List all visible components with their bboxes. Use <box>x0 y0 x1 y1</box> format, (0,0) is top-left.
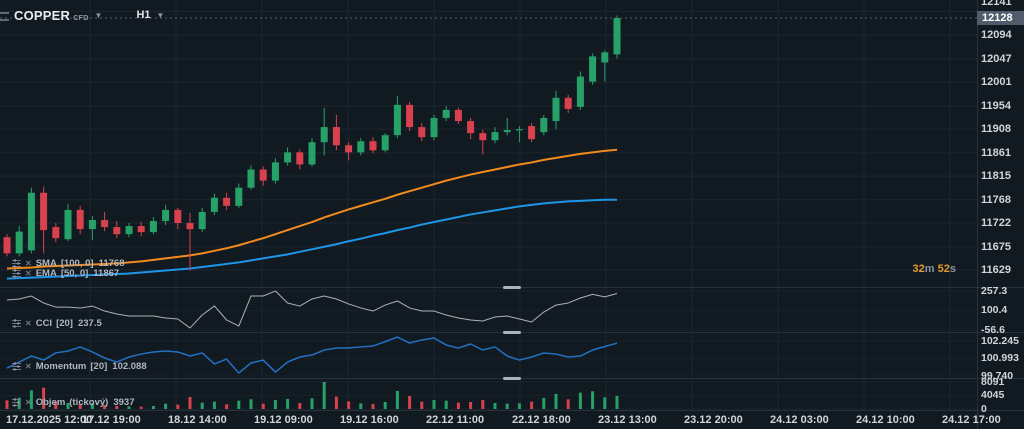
price-axis-label: 11768 <box>981 194 1023 206</box>
chart-header: COPPER CFD ▼ H1 ▼ <box>0 4 164 26</box>
time-axis-label: 22.12 18:00 <box>512 414 571 426</box>
indicator-remove-icon[interactable]: ✕ <box>25 398 32 407</box>
countdown-seconds-unit: s <box>950 263 956 275</box>
chart-canvas[interactable] <box>0 0 1024 429</box>
indicator-value: 3937 <box>113 397 134 408</box>
indicator-axis-label: 257.3 <box>981 286 1023 297</box>
price-axis-label: 11861 <box>981 147 1023 159</box>
indicator-settings-icon[interactable] <box>12 269 21 278</box>
indicator-axis-label: 100.993 <box>981 353 1023 364</box>
indicator-value: 237.5 <box>78 318 102 329</box>
indicator-remove-icon[interactable]: ✕ <box>25 269 32 278</box>
time-axis-label: 23.12 13:00 <box>598 414 657 426</box>
indicator-settings-icon[interactable] <box>12 362 21 371</box>
indicator-params: [20] <box>56 318 73 329</box>
time-axis-label: 22.12 11:00 <box>426 414 484 426</box>
price-axis-label-clipped: 12141 <box>981 0 1012 8</box>
indicator-value: 11867 <box>93 268 119 279</box>
price-axis-label: 11675 <box>981 241 1023 253</box>
candle-countdown: 32m 52s <box>860 263 956 275</box>
chevron-down-icon: ▼ <box>95 11 103 20</box>
indicator-label-cci: ✕ CCI [20] 237.5 <box>12 318 102 329</box>
countdown-seconds: 52 <box>938 263 950 275</box>
indicator-axis-label: 0 <box>981 404 1023 415</box>
indicator-axis-label: 4045 <box>981 390 1023 401</box>
price-axis-label: 11629 <box>981 264 1023 276</box>
time-axis-label: 17.12.2025 12:00 <box>6 414 92 426</box>
time-axis-label: 19.12 09:00 <box>254 414 313 426</box>
countdown-minutes: 32 <box>913 263 925 275</box>
timeframe-value: H1 <box>136 9 150 21</box>
indicator-remove-icon[interactable]: ✕ <box>25 362 32 371</box>
indicator-name: Objem <box>36 397 66 408</box>
indicator-name: Momentum <box>36 361 87 372</box>
instrument-type-label: CFD <box>73 13 88 22</box>
time-axis-label: 17.12 19:00 <box>82 414 141 426</box>
time-axis-label: 18.12 14:00 <box>168 414 227 426</box>
chevron-down-icon: ▼ <box>157 11 165 20</box>
price-axis-label: 11954 <box>981 100 1023 112</box>
time-axis-label: 19.12 16:00 <box>340 414 399 426</box>
countdown-minutes-unit: m <box>925 263 935 275</box>
price-axis-label: 12094 <box>981 29 1023 41</box>
indicator-remove-icon[interactable]: ✕ <box>25 259 32 268</box>
indicator-value: 102.088 <box>112 361 146 372</box>
indicator-name: CCI <box>36 318 52 329</box>
price-axis-label: 11908 <box>981 123 1023 135</box>
indicator-label-ema: ✕ EMA [50, 0] 11867 <box>12 268 119 279</box>
indicator-type: (tickový) <box>69 397 108 408</box>
price-axis-label: 12001 <box>981 76 1023 88</box>
current-price-tag: 12128 <box>977 11 1024 25</box>
indicator-name: EMA <box>36 268 57 279</box>
indicator-settings-icon[interactable] <box>12 398 21 407</box>
indicator-axis-label: 100.4 <box>981 305 1023 316</box>
trading-chart-app: COPPER CFD ▼ H1 ▼ ✕ SMA [100, 0] 11768 ✕… <box>0 0 1024 429</box>
symbol-name: COPPER <box>14 8 70 23</box>
time-axis-label: 23.12 20:00 <box>684 414 743 426</box>
indicator-params: [50, 0] <box>61 268 88 279</box>
price-axis-label: 11815 <box>981 170 1023 182</box>
indicator-remove-icon[interactable]: ✕ <box>25 319 32 328</box>
indicator-axis-label: 102.245 <box>981 336 1023 347</box>
indicator-label-volume: ✕ Objem (tickový) 3937 <box>12 397 134 408</box>
time-axis-label: 24.12 10:00 <box>856 414 915 426</box>
time-axis-label: 24.12 03:00 <box>770 414 829 426</box>
price-axis-label: 12047 <box>981 53 1023 65</box>
indicator-axis-label: 8091 <box>981 377 1023 388</box>
indicator-label-momentum: ✕ Momentum [20] 102.088 <box>12 361 147 372</box>
time-axis-label: 24.12 17:00 <box>942 414 1001 426</box>
price-axis-label: 11722 <box>981 217 1023 229</box>
indicator-params: [20] <box>90 361 107 372</box>
symbol-selector[interactable]: COPPER CFD ▼ <box>14 8 102 23</box>
indicator-axis-label: -56.6 <box>981 325 1023 336</box>
indicator-settings-icon[interactable] <box>12 259 21 268</box>
indicator-settings-icon[interactable] <box>12 319 21 328</box>
timeframe-selector[interactable]: H1 ▼ <box>136 9 164 21</box>
